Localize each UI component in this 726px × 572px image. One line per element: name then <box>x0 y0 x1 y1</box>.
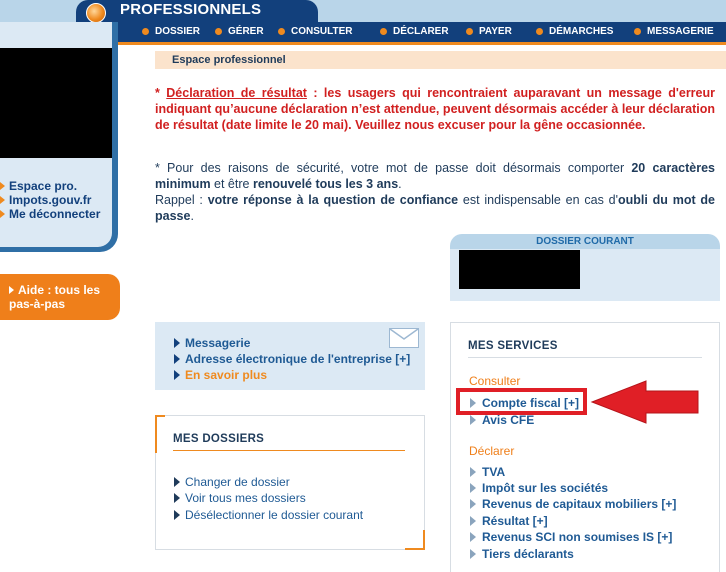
revenus-sci-link[interactable]: Revenus SCI non soumises IS [+] <box>470 530 672 544</box>
messagerie-link[interactable]: Messagerie <box>174 336 250 350</box>
sidebar-link-impots[interactable]: Impots.gouv.fr <box>0 193 91 207</box>
chevron-right-icon <box>470 532 476 542</box>
category-consulter: Consulter <box>469 374 521 388</box>
panel-corner-decoration <box>155 415 165 453</box>
chevron-right-icon <box>0 196 5 204</box>
chevron-right-icon <box>9 286 14 294</box>
nav-consulter[interactable]: CONSULTER <box>278 26 352 37</box>
category-declarer: Déclarer <box>469 444 515 458</box>
nav-gerer[interactable]: GÉRER <box>215 26 264 37</box>
chevron-right-icon <box>174 354 180 364</box>
learn-more-link[interactable]: En savoir plus <box>174 368 267 382</box>
mes-dossiers-title: MES DOSSIERS <box>173 433 265 445</box>
chevron-right-icon <box>174 338 180 348</box>
nav-payer[interactable]: PAYER <box>466 26 512 37</box>
bullet-icon <box>278 28 285 35</box>
chevron-right-icon <box>174 370 180 380</box>
nav-declarer[interactable]: DÉCLARER <box>380 26 449 37</box>
chevron-right-icon <box>470 467 476 477</box>
chevron-right-icon <box>174 510 180 520</box>
help-button-label: Aide : tous les pas-à-pas <box>9 283 101 311</box>
tiers-declarants-link[interactable]: Tiers déclarants <box>470 547 574 561</box>
section-label: Espace professionnel <box>172 54 286 66</box>
chevron-right-icon <box>470 499 476 509</box>
mes-services-title: MES SERVICES <box>468 340 558 352</box>
page-title: PROFESSIONNELS <box>120 1 262 18</box>
highlight-annotation <box>456 388 587 415</box>
chevron-right-icon <box>174 477 180 487</box>
notice-security: * Pour des raisons de sécurité, votre mo… <box>155 161 716 223</box>
bullet-icon <box>380 28 387 35</box>
dossier-courant-title: DOSSIER COURANT <box>536 236 634 247</box>
divider <box>173 450 405 451</box>
deselect-dossier-link[interactable]: Désélectionner le dossier courant <box>174 508 363 522</box>
bullet-icon <box>466 28 473 35</box>
avis-cfe-link[interactable]: Avis CFE <box>470 413 534 427</box>
bullet-icon <box>142 28 149 35</box>
bullet-icon <box>536 28 543 35</box>
sidebar-link-espace-pro[interactable]: Espace pro. <box>0 179 77 193</box>
redacted-dossier-info <box>459 250 580 289</box>
chevron-right-icon <box>470 483 476 493</box>
arrow-left-icon <box>590 380 699 424</box>
resultat-link[interactable]: Résultat [+] <box>470 514 548 528</box>
impot-societes-link[interactable]: Impôt sur les sociétés <box>470 481 608 495</box>
tva-link[interactable]: TVA <box>470 465 505 479</box>
mail-icon <box>389 328 419 348</box>
nav-messagerie[interactable]: MESSAGERIE <box>634 26 714 37</box>
bullet-icon <box>634 28 641 35</box>
change-dossier-link[interactable]: Changer de dossier <box>174 475 290 489</box>
chevron-right-icon <box>0 210 5 218</box>
chevron-right-icon <box>470 549 476 559</box>
main-nav: DOSSIER GÉRER CONSULTER DÉCLARER PAYER D… <box>110 22 726 42</box>
email-address-link[interactable]: Adresse électronique de l'entreprise [+] <box>174 352 410 366</box>
nav-demarches[interactable]: DÉMARCHES <box>536 26 613 37</box>
sidebar-link-logout[interactable]: Me déconnecter <box>0 207 100 221</box>
divider <box>468 357 702 358</box>
notice-title: Déclaration de résultat <box>166 86 307 100</box>
nav-dossier[interactable]: DOSSIER <box>142 26 200 37</box>
logo-icon <box>86 3 106 23</box>
chevron-right-icon <box>0 182 5 190</box>
bullet-icon <box>215 28 222 35</box>
nav-divider <box>110 42 726 45</box>
panel-corner-decoration <box>405 530 425 550</box>
redacted-user-info <box>0 48 112 158</box>
chevron-right-icon <box>470 516 476 526</box>
chevron-right-icon <box>470 415 476 425</box>
all-dossiers-link[interactable]: Voir tous mes dossiers <box>174 491 306 505</box>
chevron-right-icon <box>174 493 180 503</box>
notice-declaration: * Déclaration de résultat : les usagers … <box>155 86 715 132</box>
revenus-capitaux-link[interactable]: Revenus de capitaux mobiliers [+] <box>470 497 676 511</box>
